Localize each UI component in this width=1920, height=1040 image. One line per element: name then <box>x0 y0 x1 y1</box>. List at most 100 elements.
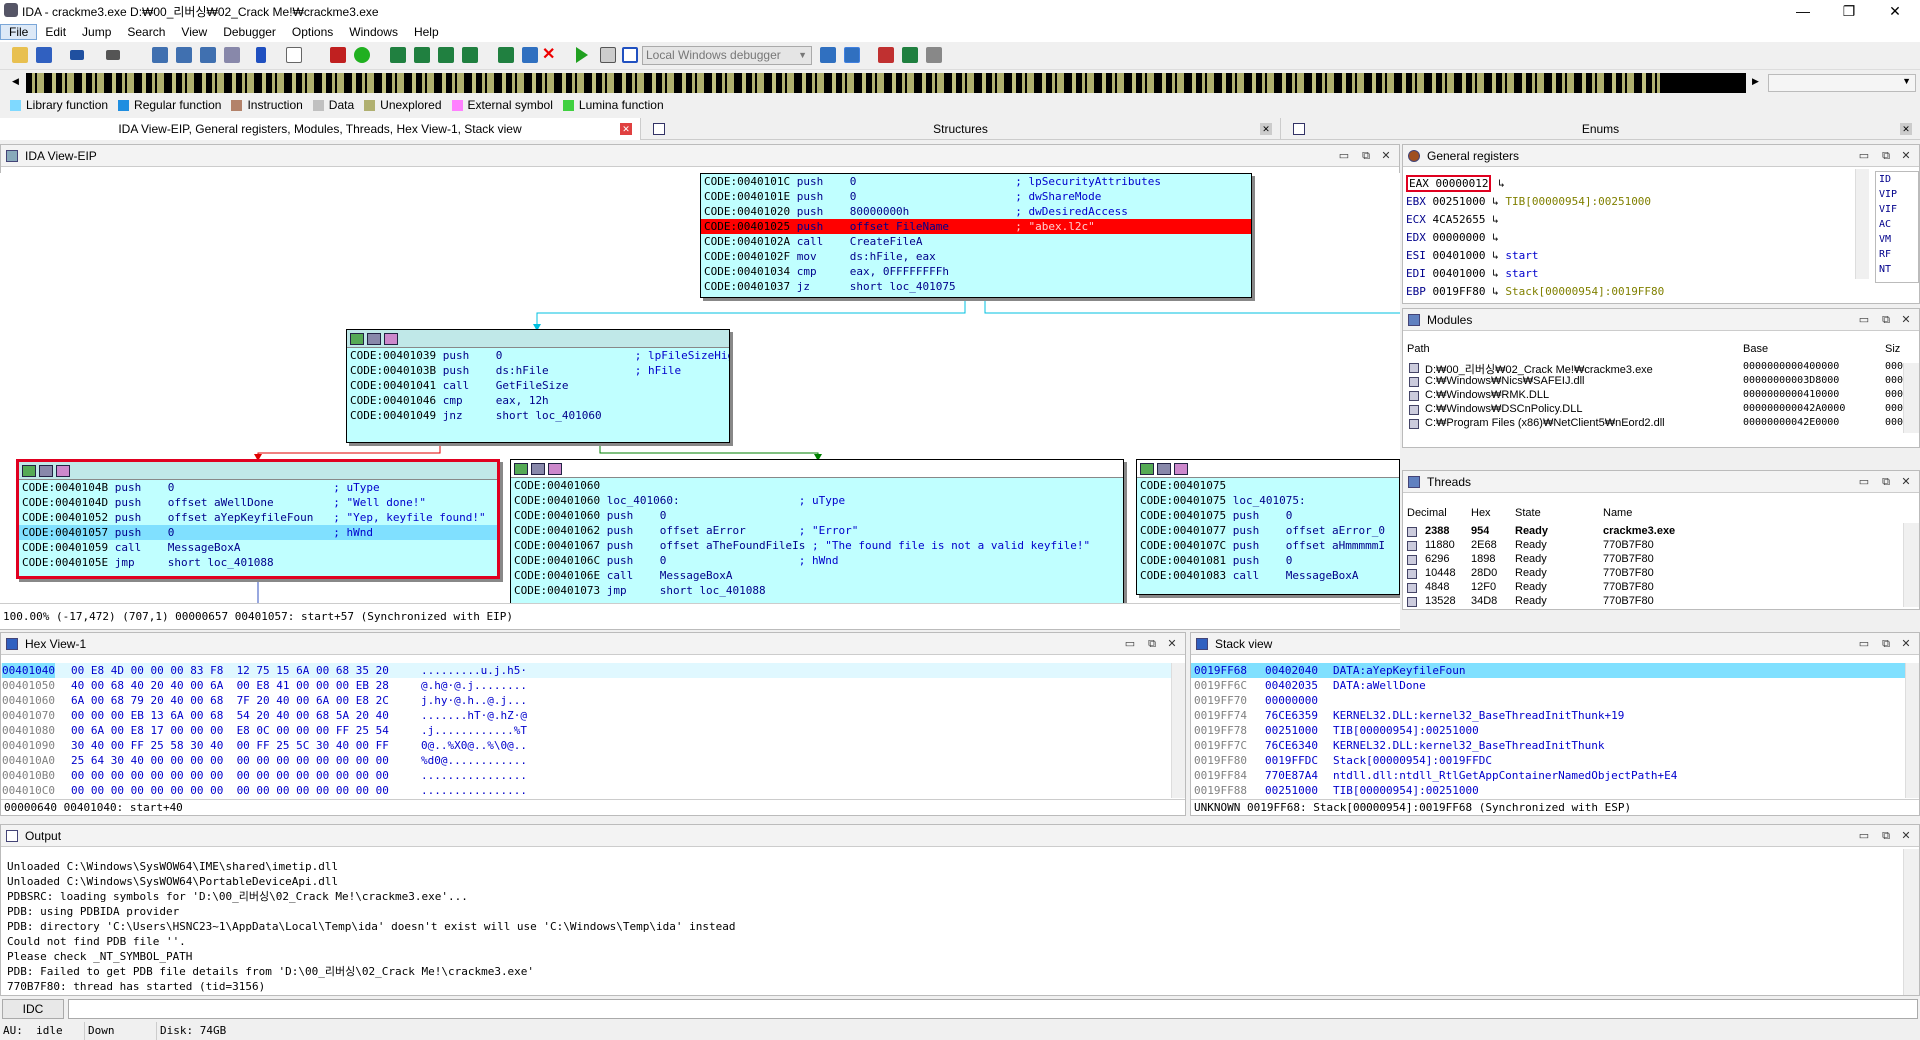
flag-item[interactable]: ID <box>1876 172 1918 187</box>
code-line[interactable]: CODE:00401057 push 0 ; hWnd <box>19 525 497 540</box>
code-line[interactable]: CODE:0040106C push 0 ; hWnd <box>511 553 1123 568</box>
code-line[interactable]: CODE:00401049 jnz short loc_401060 <box>347 408 729 423</box>
debugger-select[interactable]: Local Windows debugger ▼ <box>642 46 812 65</box>
output-log[interactable]: Unloaded C:\Windows\SysWOW64\IME\shared\… <box>7 859 1897 995</box>
code-line[interactable]: CODE:00401083 call MessageBoxA <box>1137 568 1399 583</box>
code-line[interactable]: CODE:00401046 cmp eax, 12h <box>347 393 729 408</box>
flag-item[interactable]: RF <box>1876 247 1918 262</box>
menu-help[interactable]: Help <box>406 25 447 39</box>
code-line[interactable]: CODE:00401073 jmp short loc_401088 <box>511 583 1123 598</box>
register-value[interactable]: 4CA52655 <box>1433 213 1486 226</box>
segment-icon[interactable] <box>438 47 454 63</box>
tools-icon[interactable] <box>926 47 942 63</box>
close-panel-icon[interactable]: ✕ <box>1163 633 1181 655</box>
register-value[interactable]: 00000012 <box>1436 177 1489 190</box>
float-panel-icon[interactable]: ⧉ <box>1877 471 1895 493</box>
close-icon[interactable]: ✕ <box>1900 123 1912 135</box>
breakpoint-icon[interactable] <box>878 47 894 63</box>
code-line[interactable]: CODE:00401041 call GetFileSize <box>347 378 729 393</box>
register-row[interactable]: EDX 00000000 ↳ <box>1403 229 1863 247</box>
add-icon[interactable] <box>498 47 514 63</box>
thread-row[interactable]: 10448 28D0 Ready 770B7F80 <box>1403 567 1903 582</box>
stack-row[interactable]: 0019FF68 00402040 DATA:aYepKeyfileFoun <box>1191 663 1905 678</box>
stop-icon[interactable] <box>622 47 638 63</box>
stack-row[interactable]: 0019FF88 00251000 TIB[00000954]:00251000 <box>1191 783 1905 798</box>
minimize-panel-icon[interactable]: ▭ <box>1855 145 1873 167</box>
minimize-button[interactable]: — <box>1780 0 1826 22</box>
down-arrow-icon[interactable] <box>256 47 266 63</box>
stack-row[interactable]: 0019FF70 00000000 <box>1191 693 1905 708</box>
hex-row[interactable]: 004010A0 25 64 30 40 00 00 00 00 00 00 00… <box>1 753 1171 768</box>
graph-view[interactable]: CODE:0040101C push 0 ; lpSecurityAttribu… <box>0 173 1400 603</box>
threads-header-state[interactable]: State <box>1515 507 1541 519</box>
code-line[interactable]: CODE:0040101E push 0 ; dwShareMode <box>701 189 1251 204</box>
hex-row[interactable]: 00401060 6A 00 68 79 20 40 00 68 7F 20 40… <box>1 693 1171 708</box>
hex-scrollbar[interactable] <box>1171 663 1185 798</box>
hex-row[interactable]: 00401070 00 00 00 EB 13 6A 00 68 54 20 40… <box>1 708 1171 723</box>
navigation-band[interactable]: ◀ ▶ ▼ <box>0 70 1920 96</box>
stack-row[interactable]: 0019FF7C 76CE6340 KERNEL32.DLL:kernel32_Ba… <box>1191 738 1905 753</box>
code-line[interactable]: CODE:00401075 push 0 <box>1137 508 1399 523</box>
close-icon[interactable]: ✕ <box>620 123 632 135</box>
code-line[interactable]: CODE:00401060 push 0 <box>511 508 1123 523</box>
nav-right-arrow-icon[interactable]: ▶ <box>1752 76 1759 87</box>
code-line[interactable]: CODE:00401020 push 80000000h ; dwDesired… <box>701 204 1251 219</box>
registers-scrollbar[interactable] <box>1855 169 1869 279</box>
code-line[interactable]: CODE:00401025 push offset FileName ; "ab… <box>701 219 1251 234</box>
code-line[interactable]: CODE:0040102F mov ds:hFile, eax <box>701 249 1251 264</box>
output-scrollbar[interactable] <box>1903 849 1919 995</box>
menu-options[interactable]: Options <box>284 25 341 39</box>
code-line[interactable]: CODE:0040104D push offset aWellDone ; "W… <box>19 495 497 510</box>
module-row[interactable]: C:₩Windows₩DSCnPolicy.DLL 000000000042A00… <box>1403 403 1903 418</box>
register-row[interactable]: EAX 00000012 ↳ <box>1403 175 1863 193</box>
stack-row[interactable]: 0019FF84 770E87A4 ntdll.dll:ntdll_RtlGetAp… <box>1191 768 1905 783</box>
hex-row[interactable]: 00401050 40 00 68 40 20 40 00 6A 00 E8 41… <box>1 678 1171 693</box>
code-line[interactable]: CODE:00401075 loc_401075: <box>1137 493 1399 508</box>
menu-search[interactable]: Search <box>119 25 173 39</box>
stack-row[interactable]: 0019FF74 76CE6359 KERNEL32.DLL:kernel32_Ba… <box>1191 708 1905 723</box>
modules-header-path[interactable]: Path <box>1407 343 1430 355</box>
stack-row[interactable]: 0019FF78 00251000 TIB[00000954]:00251000 <box>1191 723 1905 738</box>
trace-icon[interactable] <box>902 47 918 63</box>
code-line[interactable]: CODE:00401037 jz short loc_401075 <box>701 279 1251 294</box>
code-line[interactable]: CODE:0040107C push offset aHmmmmmI <box>1137 538 1399 553</box>
struct-icon[interactable] <box>390 47 406 63</box>
thread-row[interactable]: 6296 1898 Ready 770B7F80 <box>1403 553 1903 568</box>
hex-row[interactable]: 00401080 00 6A 00 E8 17 00 00 00 E8 0C 00… <box>1 723 1171 738</box>
hex-dump[interactable]: 00401040 00 E8 4D 00 00 00 83 F8 12 75 15… <box>1 663 1171 798</box>
minimize-panel-icon[interactable]: ▭ <box>1335 145 1353 167</box>
code-line[interactable]: CODE:0040104B push 0 ; uType <box>19 480 497 495</box>
code-line[interactable]: CODE:0040105E jmp short loc_401088 <box>19 555 497 570</box>
binary-icon[interactable] <box>152 47 168 63</box>
code-line[interactable]: CODE:00401077 push offset aError_0 <box>1137 523 1399 538</box>
code-line[interactable]: CODE:0040106E call MessageBoxA <box>511 568 1123 583</box>
start-process-icon[interactable] <box>576 47 588 63</box>
forward-icon[interactable] <box>106 50 120 60</box>
module-row[interactable]: D:₩00_리버싱₩02_Crack Me!₩crackme3.exe 00000… <box>1403 361 1903 376</box>
code-block-file-not-found[interactable]: CODE:00401075 CODE:00401075 loc_401075: … <box>1136 459 1400 595</box>
delete-icon[interactable]: ✕ <box>542 47 558 63</box>
modules-header-size[interactable]: Siz <box>1885 343 1900 355</box>
idc-button[interactable]: IDC <box>2 999 64 1019</box>
menu-edit[interactable]: Edit <box>37 25 74 39</box>
back-icon[interactable] <box>70 50 84 60</box>
flag-item[interactable]: NT <box>1876 262 1918 277</box>
code-line[interactable]: CODE:00401067 push offset aTheFoundFileI… <box>511 538 1123 553</box>
stack-row[interactable]: 0019FF80 0019FFDC Stack[00000954]:0019FFDC <box>1191 753 1905 768</box>
close-panel-icon[interactable]: ✕ <box>1897 145 1915 167</box>
code-line[interactable]: CODE:00401034 cmp eax, 0FFFFFFFFh <box>701 264 1251 279</box>
pause-icon[interactable] <box>600 47 616 63</box>
hex-icon[interactable] <box>176 47 192 63</box>
text-icon[interactable] <box>200 47 216 63</box>
register-row[interactable]: EBX 00251000 ↳ TIB[00000954]:00251000 <box>1403 193 1863 211</box>
minimize-panel-icon[interactable]: ▭ <box>1855 825 1873 847</box>
threads-header-name[interactable]: Name <box>1603 507 1632 519</box>
modules-scrollbar[interactable] <box>1903 363 1919 433</box>
green-circle-icon[interactable] <box>354 47 370 63</box>
close-button[interactable]: ✕ <box>1872 0 1918 22</box>
minimize-panel-icon[interactable]: ▭ <box>1121 633 1139 655</box>
close-panel-icon[interactable]: ✕ <box>1377 145 1395 167</box>
float-panel-icon[interactable]: ⧉ <box>1877 145 1895 167</box>
flag-item[interactable]: VIF <box>1876 202 1918 217</box>
code-line[interactable]: CODE:0040103B push ds:hFile ; hFile <box>347 363 729 378</box>
